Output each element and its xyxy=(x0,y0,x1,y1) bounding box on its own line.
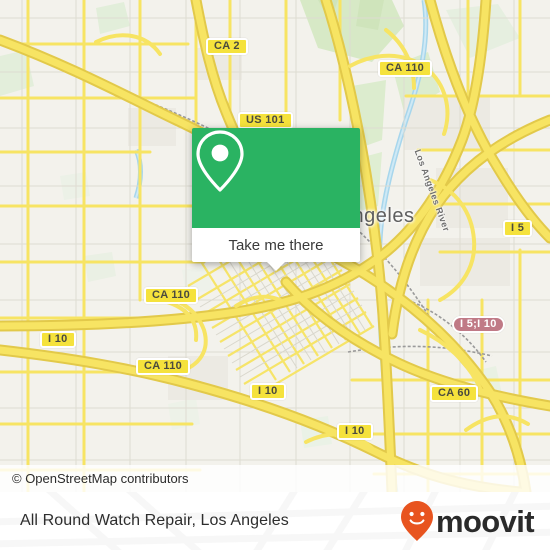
shield-ca-60: CA 60 xyxy=(430,385,479,402)
map-pin-icon xyxy=(196,130,244,192)
osm-attribution-text: © OpenStreetMap contributors xyxy=(12,471,189,486)
shield-ca-110-low: CA 110 xyxy=(136,358,191,375)
shield-ca-2: CA 2 xyxy=(206,38,248,55)
moovit-logo[interactable]: moovit xyxy=(400,500,535,542)
osm-attribution[interactable]: © OpenStreetMap contributors xyxy=(0,465,550,492)
popup-action-button[interactable]: Take me there xyxy=(192,228,360,262)
location-popup-card[interactable]: Take me there xyxy=(192,128,360,271)
place-title: All Round Watch Repair, Los Angeles xyxy=(20,512,289,529)
shield-i-5: I 5 xyxy=(503,220,533,237)
shield-us-101: US 101 xyxy=(238,112,293,129)
footer-bar: All Round Watch Repair, Los Angeles moov… xyxy=(0,492,550,550)
shield-ca-110-mid: CA 110 xyxy=(144,287,199,304)
popup-tail xyxy=(267,262,285,271)
moovit-smiley-pin-icon xyxy=(400,501,433,541)
shield-i-10-low: I 10 xyxy=(337,423,373,440)
map-canvas[interactable]: .rd { stroke:#f7e463; fill:none; stroke-… xyxy=(0,0,550,492)
popup-header xyxy=(192,128,360,228)
shield-i-10-left: I 10 xyxy=(40,331,76,348)
shield-ca-110-top: CA 110 xyxy=(378,60,433,77)
moovit-wordmark: moovit xyxy=(435,503,535,539)
shield-i-10-mid: I 10 xyxy=(250,383,286,400)
popup-action-label: Take me there xyxy=(228,236,324,254)
shield-i-5-i-10: I 5;I 10 xyxy=(452,316,505,333)
moovit-map-screenshot: .rd { stroke:#f7e463; fill:none; stroke-… xyxy=(0,0,550,550)
